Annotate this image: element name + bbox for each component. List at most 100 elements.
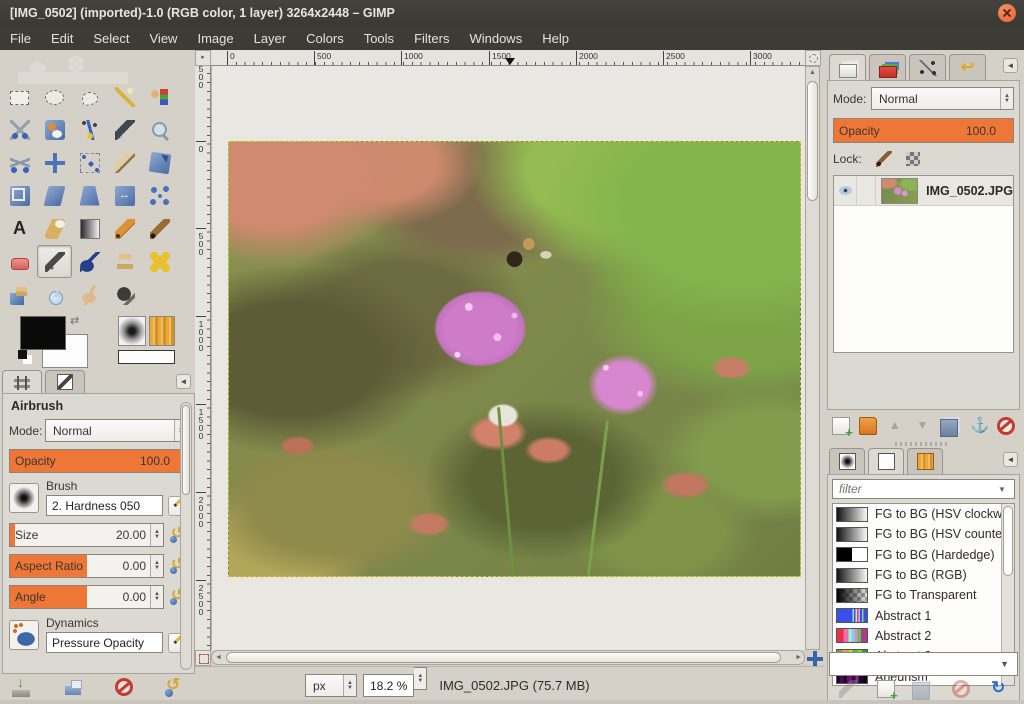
opacity-slider[interactable]: Opacity 100.0 <box>9 449 188 473</box>
menu-filters[interactable]: Filters <box>404 28 459 49</box>
delete-options-button[interactable] <box>115 678 133 696</box>
scrollbar-thumb[interactable] <box>226 652 781 663</box>
raise-layer-button[interactable] <box>887 417 905 435</box>
lock-pixels-icon[interactable] <box>876 151 892 167</box>
tool-zoom[interactable] <box>142 113 177 146</box>
menu-colors[interactable]: Colors <box>296 28 354 49</box>
scrollbar-thumb[interactable] <box>182 405 190 495</box>
tool-ink[interactable] <box>72 245 107 278</box>
dynamics-entry[interactable]: Pressure Opacity <box>46 632 163 653</box>
tool-eraser[interactable] <box>2 245 37 278</box>
zoom-spinner[interactable] <box>414 667 427 690</box>
vertical-ruler[interactable]: -500 0 500 1000 1500 2000 2500 <box>195 66 211 650</box>
active-gradient-preview[interactable] <box>118 350 175 364</box>
aspect-ratio-slider[interactable]: Aspect Ratio 0.00 <box>9 554 164 578</box>
new-layer-button[interactable] <box>832 417 850 435</box>
zoom-follow-window-button[interactable] <box>805 50 821 66</box>
tool-airbrush-selected[interactable] <box>37 245 72 278</box>
scrollbar-thumb[interactable] <box>1003 506 1013 576</box>
tool-options-scrollbar[interactable] <box>180 402 192 670</box>
ruler-corner-button[interactable] <box>195 50 211 66</box>
gradient-item[interactable]: FG to BG (Hardedge) <box>833 545 1014 565</box>
brush-name-entry[interactable]: 2. Hardness 050 <box>46 495 163 516</box>
reset-options-button[interactable] <box>164 678 184 698</box>
dynamics-picker-button[interactable] <box>9 620 39 650</box>
lock-alpha-icon[interactable] <box>906 152 920 166</box>
layer-row[interactable]: IMG_0502.JPG <box>834 176 1013 206</box>
restore-options-button[interactable] <box>63 678 83 698</box>
menu-file[interactable]: File <box>0 28 41 49</box>
menu-select[interactable]: Select <box>83 28 139 49</box>
menu-windows[interactable]: Windows <box>459 28 532 49</box>
tab-channels[interactable] <box>869 54 906 80</box>
tool-perspective[interactable] <box>72 179 107 212</box>
tool-free-select[interactable] <box>72 80 107 113</box>
tool-scale[interactable] <box>2 179 37 212</box>
tool-fuzzy-select[interactable] <box>107 80 142 113</box>
tool-paintbrush[interactable] <box>142 212 177 245</box>
gradient-item[interactable]: Abstract 1 <box>833 605 1014 625</box>
size-slider[interactable]: Size 20.00 <box>9 523 164 547</box>
gradient-item[interactable]: FG to BG (RGB) <box>833 565 1014 585</box>
tool-clone[interactable] <box>107 245 142 278</box>
layers-mode-spinner[interactable] <box>1000 88 1013 109</box>
tool-text[interactable] <box>2 212 37 245</box>
unit-select[interactable]: px <box>305 674 357 697</box>
edit-gradient-button[interactable] <box>839 680 857 698</box>
menu-layer[interactable]: Layer <box>244 28 297 49</box>
new-group-button[interactable] <box>859 417 877 435</box>
delete-layer-button[interactable] <box>997 417 1015 435</box>
tab-gradients[interactable] <box>868 448 904 474</box>
tool-pencil[interactable] <box>107 212 142 245</box>
tool-cage-transform[interactable] <box>142 179 177 212</box>
gradient-preset-combo[interactable] <box>829 652 1018 676</box>
gradient-item[interactable]: Abstract 2 <box>833 626 1014 646</box>
tool-align[interactable] <box>72 146 107 179</box>
tool-paths[interactable] <box>72 113 107 146</box>
gradient-filter-input[interactable] <box>833 482 998 496</box>
anchor-layer-button[interactable] <box>970 417 988 435</box>
tool-dodge-burn[interactable] <box>107 278 142 311</box>
tab-patterns[interactable] <box>907 448 943 474</box>
close-button[interactable] <box>998 4 1016 22</box>
chevron-down-icon[interactable] <box>998 485 1014 494</box>
tool-bucket-fill[interactable] <box>37 212 72 245</box>
tool-blend[interactable] <box>72 212 107 245</box>
layer-link-cell[interactable] <box>857 176 876 205</box>
gradient-item[interactable]: FG to Transparent <box>833 585 1014 605</box>
tool-blur-sharpen[interactable] <box>37 278 72 311</box>
zoom-level-input[interactable]: 18.2 % <box>363 674 414 697</box>
tool-ellipse-select[interactable] <box>37 80 72 113</box>
tool-rotate[interactable] <box>142 146 177 179</box>
unit-spinner[interactable] <box>343 675 356 696</box>
new-gradient-button[interactable] <box>877 680 895 698</box>
layer-visibility-cell[interactable] <box>834 176 857 205</box>
tool-heal[interactable] <box>142 245 177 278</box>
tool-smudge[interactable] <box>72 278 107 311</box>
refresh-gradients-button[interactable] <box>990 680 1008 698</box>
tool-select-by-color[interactable] <box>142 80 177 113</box>
tool-scissors-select[interactable] <box>2 113 37 146</box>
image-viewport[interactable] <box>211 66 805 650</box>
canvas-image[interactable] <box>228 141 801 577</box>
save-options-button[interactable] <box>12 678 32 698</box>
dock-menu-button[interactable] <box>1003 58 1018 73</box>
menu-tools[interactable]: Tools <box>354 28 404 49</box>
foreground-color-swatch[interactable] <box>20 316 66 350</box>
tool-rectangle-select[interactable] <box>2 80 37 113</box>
angle-spinner[interactable] <box>150 586 163 608</box>
quick-mask-button[interactable] <box>195 650 211 666</box>
layers-mode-select[interactable]: Normal <box>871 87 1014 110</box>
canvas-horizontal-scrollbar[interactable] <box>211 650 805 665</box>
navigation-cross-icon[interactable] <box>807 651 823 667</box>
lower-layer-button[interactable] <box>914 417 932 435</box>
tool-foreground-select[interactable] <box>37 113 72 146</box>
layer-opacity-slider[interactable]: Opacity 100.0 <box>833 118 1014 143</box>
tab-brushes[interactable] <box>829 448 865 474</box>
horizontal-ruler[interactable]: 0 500 1000 1500 2000 2500 3000 <box>211 50 805 66</box>
gradients-menu-button[interactable] <box>1003 452 1018 467</box>
gradient-filter[interactable] <box>832 479 1015 499</box>
tab-tool-options[interactable] <box>2 370 42 394</box>
tab-tool-preset[interactable] <box>45 370 85 393</box>
tab-layers[interactable] <box>829 54 866 80</box>
